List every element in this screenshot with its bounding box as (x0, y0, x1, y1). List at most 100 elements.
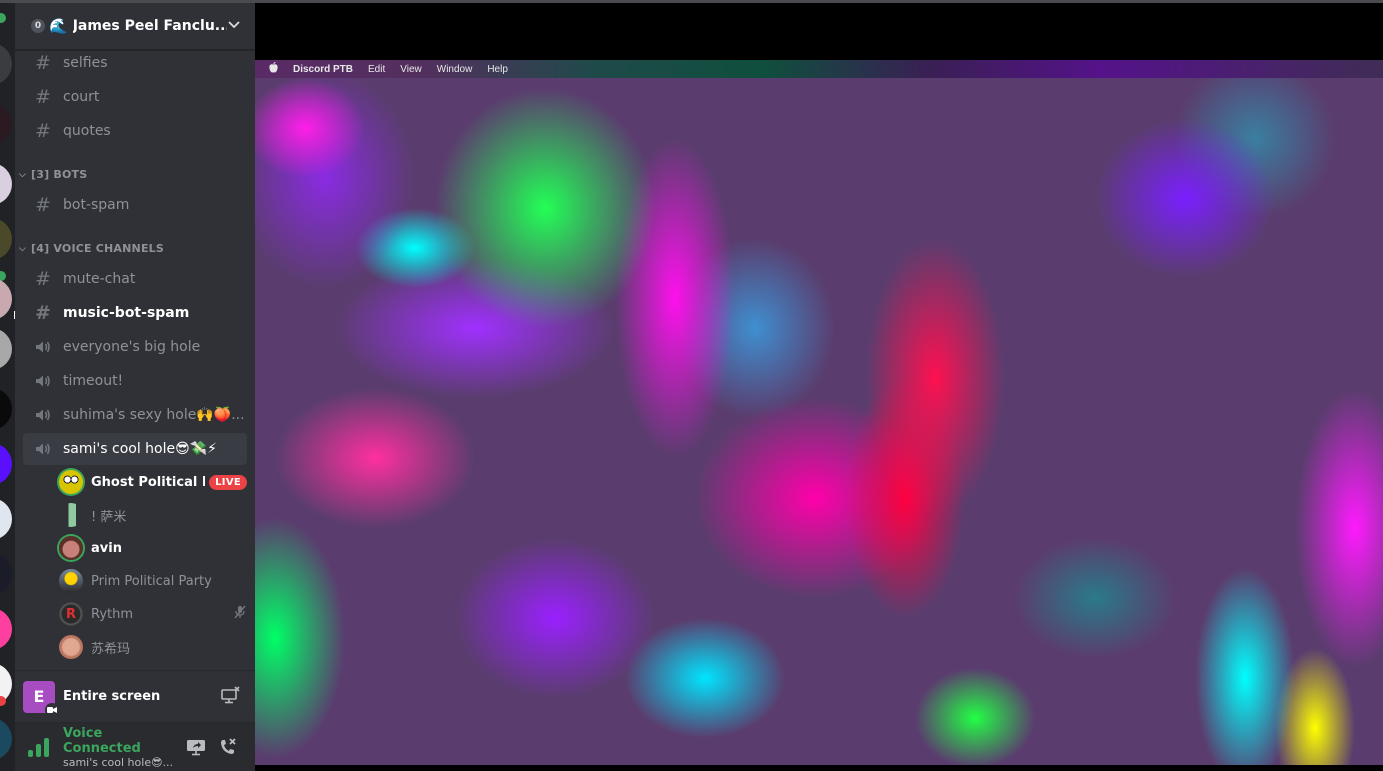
voice-user-name: Prim Political Party (91, 573, 212, 589)
text-channel-icon: # (35, 302, 51, 324)
mic-off-icon (233, 605, 247, 623)
voice-channel-everyones-big-hole[interactable]: everyone's big hole (23, 331, 247, 363)
voice-user-suhima[interactable]: 苏希玛 (59, 632, 247, 662)
speaker-icon (31, 374, 55, 388)
voice-user-name: Rythm (91, 606, 134, 622)
stream-letterbox (255, 765, 1383, 771)
stream-view[interactable]: Discord PTB Edit View Window Help (255, 3, 1383, 771)
voice-user-name: ! 萨米 (91, 509, 127, 525)
server-banner-emoji: 🌊 (49, 17, 68, 35)
server-icon[interactable] (0, 608, 12, 650)
channel-selfies[interactable]: # selfies (23, 50, 247, 79)
server-rail (0, 3, 15, 771)
speaker-icon (31, 340, 55, 354)
apple-logo-icon (269, 61, 278, 76)
dnd-status-dot (0, 696, 6, 706)
mac-menu-view: View (400, 63, 422, 75)
server-icon[interactable] (0, 163, 12, 205)
channel-quotes[interactable]: # quotes (23, 115, 247, 147)
share-screen-button[interactable] (181, 732, 211, 762)
category-label: [3] BOTS (31, 168, 88, 181)
voice-channel-suhimas-sexy-hole[interactable]: suhima's sexy hole🙌🍑... (23, 399, 247, 431)
voice-user-avin[interactable]: avin (59, 533, 247, 563)
category-voice-channels[interactable]: ⌵ [4] VOICE CHANNELS (19, 242, 164, 255)
share-screen-icon (187, 740, 205, 756)
channel-music-bot-spam[interactable]: # music-bot-spam (23, 297, 247, 329)
voice-user-sami[interactable]: ! 萨米 (59, 500, 247, 530)
speaker-icon (31, 442, 55, 456)
camera-icon (45, 702, 59, 717)
server-icon[interactable] (0, 278, 12, 320)
voice-user-rythm[interactable]: R Rythm (59, 599, 247, 629)
shared-screen-content (255, 78, 1383, 765)
voice-user-name: avin (91, 540, 122, 556)
boost-level-badge: 0 (31, 19, 45, 33)
channel-court[interactable]: # court (23, 81, 247, 113)
text-channel-icon: # (35, 194, 51, 216)
mac-menu-help: Help (487, 63, 508, 75)
channel-name: bot-spam (63, 197, 130, 213)
voice-user-ghost-political-party[interactable]: Ghost Political P... LIVE (59, 467, 247, 497)
avatar (59, 536, 83, 560)
disconnect-call-icon (221, 738, 236, 754)
mac-menu-app-name: Discord PTB (293, 63, 354, 75)
mac-menu-window: Window (436, 63, 473, 75)
server-header[interactable]: 0 🌊 James Peel Fanclu... (15, 3, 255, 50)
channel-name: suhima's sexy hole🙌🍑... (63, 407, 245, 423)
avatar (59, 503, 83, 527)
streamed-mac-menu-bar: Discord PTB Edit View Window Help (255, 60, 1383, 78)
avatar (59, 470, 83, 494)
stop-streaming-icon[interactable] (221, 685, 241, 708)
voice-channel-timeout[interactable]: timeout! (23, 365, 247, 397)
text-channel-icon: # (35, 120, 51, 142)
channel-name: everyone's big hole (63, 339, 201, 355)
channel-list: # selfies # court # quotes ⌵ [3] BOTS # … (15, 50, 255, 670)
server-icon[interactable] (0, 103, 12, 145)
text-channel-icon: # (35, 268, 51, 290)
voice-user-prim-political-party[interactable]: Prim Political Party (59, 566, 247, 596)
server-icon[interactable] (0, 718, 12, 760)
server-icon[interactable] (0, 43, 12, 85)
voice-user-name: 苏希玛 (91, 641, 131, 657)
voice-channel-link[interactable]: sami's cool hole😎... (63, 756, 179, 769)
online-status-dot (0, 13, 6, 23)
server-icon[interactable] (0, 553, 12, 595)
stream-thumbnail[interactable]: E (23, 680, 59, 717)
stream-panel: E Entire screen (15, 670, 255, 722)
mac-menu-edit: Edit (368, 63, 386, 75)
channel-name: quotes (63, 123, 111, 139)
channel-name: court (63, 89, 100, 105)
speaker-icon (31, 408, 55, 422)
server-icon[interactable] (0, 443, 12, 485)
channel-sidebar: 0 🌊 James Peel Fanclu... # selfies # cou… (15, 3, 255, 771)
channel-name: timeout! (63, 373, 124, 389)
chevron-down-icon: ⌵ (19, 243, 27, 254)
chevron-down-icon: ⌵ (19, 169, 27, 180)
server-name: James Peel Fanclu... (72, 18, 227, 34)
window-top-border (0, 0, 1383, 3)
disconnect-button[interactable] (213, 732, 243, 762)
server-icon[interactable] (0, 218, 12, 260)
server-icon[interactable] (0, 328, 12, 370)
server-icon[interactable] (0, 388, 12, 430)
live-badge: LIVE (209, 474, 247, 490)
text-channel-icon: # (35, 86, 51, 108)
server-icon[interactable] (0, 498, 12, 540)
stream-source-label: Entire screen (63, 689, 161, 704)
voice-user-name: Ghost Political P... (91, 474, 205, 490)
voice-connection-panel: Voice Connected sami's cool hole😎... (15, 722, 255, 771)
voice-channel-samis-cool-hole[interactable]: sami's cool hole😎💸⚡ (23, 433, 247, 465)
category-bots[interactable]: ⌵ [3] BOTS (19, 168, 87, 181)
voice-status[interactable]: Voice Connected (63, 726, 179, 756)
chevron-down-icon[interactable] (227, 19, 241, 34)
channel-name: sami's cool hole😎💸⚡ (63, 441, 217, 457)
channel-mute-chat[interactable]: # mute-chat (23, 263, 247, 295)
channel-name: music-bot-spam (63, 305, 190, 321)
text-channel-icon: # (35, 52, 51, 74)
avatar (59, 635, 83, 659)
channel-name: mute-chat (63, 271, 136, 287)
avatar (59, 569, 83, 593)
connection-signal-icon[interactable] (25, 735, 53, 759)
category-label: [4] VOICE CHANNELS (31, 242, 164, 255)
channel-bot-spam[interactable]: # bot-spam (23, 189, 247, 221)
